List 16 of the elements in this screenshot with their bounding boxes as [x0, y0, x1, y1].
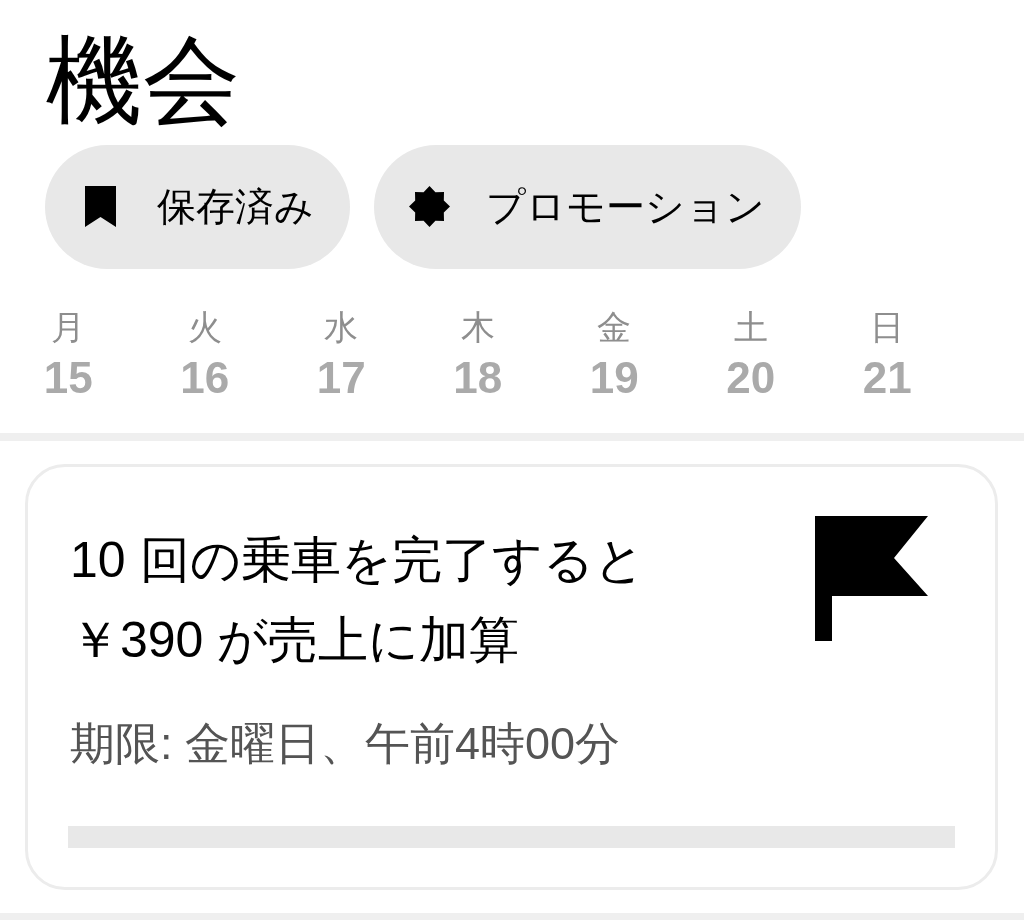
flag-icon	[815, 515, 928, 641]
offer-title: 10 回の乗車を完了すると ￥390 が売上に加算	[70, 530, 645, 670]
day-tab[interactable]: 水 17	[316, 306, 366, 402]
day-tab[interactable]: 火 16	[180, 306, 230, 402]
day-tab[interactable]: 日 21	[862, 306, 912, 402]
expiry-text: 期限: 金曜日、午前4時00分	[70, 717, 622, 770]
day-tab[interactable]: 月 15	[43, 306, 93, 402]
bookmark-icon	[85, 186, 116, 228]
day-tab[interactable]: 土 20	[726, 306, 776, 402]
offer-card[interactable]: 10 回の乗車を完了すると ￥390 が売上に加算 期限: 金曜日、午前4時00分	[25, 463, 998, 890]
day-tab[interactable]: 金 19	[589, 306, 639, 402]
saved-filter-button[interactable]: 保存済み	[45, 144, 350, 269]
day-tab[interactable]: 木 18	[453, 306, 503, 402]
page-title: 機会	[46, 25, 240, 135]
star-icon	[409, 186, 450, 228]
promotions-filter-button[interactable]: プロモーション	[374, 144, 801, 269]
